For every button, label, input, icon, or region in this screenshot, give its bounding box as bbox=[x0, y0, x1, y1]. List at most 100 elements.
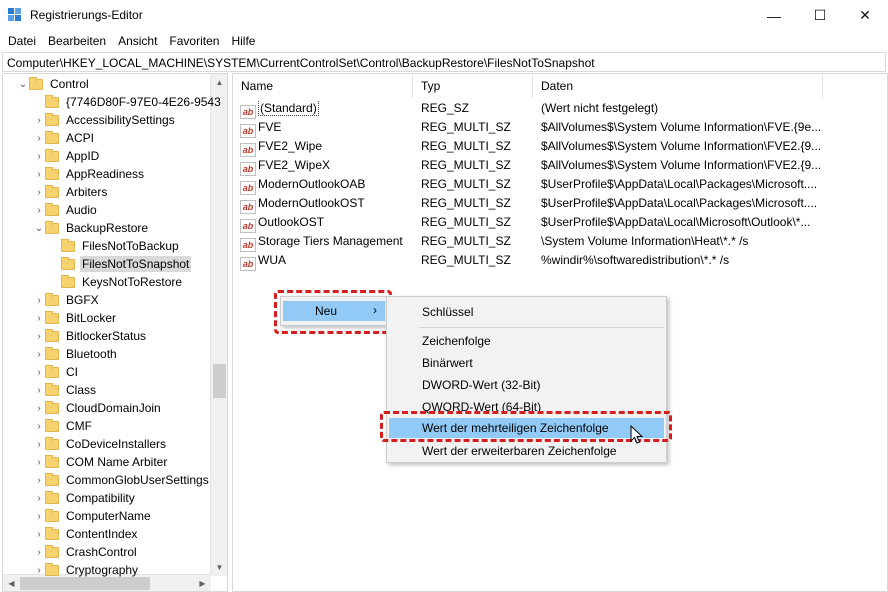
chevron-right-icon[interactable]: › bbox=[33, 453, 45, 471]
tree-item[interactable]: › AppReadiness bbox=[33, 165, 146, 183]
list-row[interactable]: ab (Standard) REG_SZ (Wert nicht festgelegt… bbox=[233, 99, 887, 119]
chevron-right-icon[interactable]: › bbox=[33, 183, 45, 201]
tree-item[interactable]: › Bluetooth bbox=[33, 345, 119, 363]
menu-bearbeiten[interactable]: Bearbeiten bbox=[42, 31, 112, 51]
list-row[interactable]: ab Storage Tiers Management REG_MULTI_SZ \S… bbox=[233, 232, 887, 252]
minimize-button[interactable]: — bbox=[751, 0, 797, 31]
tree-item[interactable]: FilesNotToSnapshot bbox=[49, 255, 192, 273]
tree-item[interactable]: › Compatibility bbox=[33, 489, 137, 507]
chevron-right-icon[interactable]: › bbox=[33, 507, 45, 525]
folder-icon bbox=[45, 148, 59, 162]
tree-item[interactable]: › CrashControl bbox=[33, 543, 139, 561]
tree-item[interactable]: › ContentIndex bbox=[33, 525, 139, 543]
chevron-right-icon[interactable]: › bbox=[33, 309, 45, 327]
menu-ansicht[interactable]: Ansicht bbox=[112, 31, 163, 51]
chevron-right-icon[interactable]: › bbox=[33, 111, 45, 129]
scroll-thumb[interactable] bbox=[213, 364, 226, 398]
column-type[interactable]: Typ bbox=[413, 74, 533, 98]
folder-icon bbox=[45, 130, 59, 144]
tree-vertical-scrollbar[interactable]: ▲ ▼ bbox=[210, 74, 227, 576]
list-row[interactable]: ab FVE REG_MULTI_SZ $AllVolumes$\System Vol… bbox=[233, 118, 887, 138]
chevron-right-icon[interactable]: › bbox=[33, 165, 45, 183]
chevron-right-icon[interactable]: › bbox=[33, 561, 45, 579]
chevron-right-icon[interactable]: › bbox=[33, 399, 45, 417]
scroll-left-icon[interactable]: ◀ bbox=[3, 575, 20, 591]
chevron-down-icon[interactable]: ⌄ bbox=[33, 219, 45, 237]
close-button[interactable]: ✕ bbox=[842, 0, 888, 31]
tree-item[interactable]: › CMF bbox=[33, 417, 94, 435]
tree-item[interactable]: › AppID bbox=[33, 147, 101, 165]
chevron-right-icon[interactable]: › bbox=[33, 129, 45, 147]
data-cell: (Wert nicht festgelegt) bbox=[541, 101, 659, 115]
list-row[interactable]: ab OutlookOST REG_MULTI_SZ $UserProfile$\Ap… bbox=[233, 213, 887, 233]
tree-item[interactable]: KeysNotToRestore bbox=[49, 273, 184, 291]
submenu-item-expandable-string[interactable]: Wert der erweiterbaren Zeichenfolge bbox=[389, 441, 664, 461]
chevron-right-icon[interactable]: › bbox=[33, 381, 45, 399]
submenu-item-string[interactable]: Zeichenfolge bbox=[389, 331, 664, 351]
tree-item[interactable]: ⌄ Control bbox=[17, 75, 91, 93]
submenu-item-key[interactable]: Schlüssel bbox=[389, 302, 664, 322]
chevron-right-icon[interactable]: › bbox=[33, 471, 45, 489]
list-row[interactable]: ab ModernOutlookOST REG_MULTI_SZ $UserProfi… bbox=[233, 194, 887, 214]
name-cell: ab FVE2_WipeX bbox=[240, 158, 412, 176]
chevron-right-icon[interactable]: › bbox=[33, 435, 45, 453]
folder-icon bbox=[45, 418, 59, 432]
data-cell: $AllVolumes$\System Volume Information\F… bbox=[541, 120, 822, 134]
chevron-right-icon[interactable]: › bbox=[33, 543, 45, 561]
tree-item[interactable]: › BGFX bbox=[33, 291, 101, 309]
mouse-cursor-icon bbox=[630, 425, 644, 444]
folder-icon bbox=[45, 346, 59, 360]
type-cell: REG_MULTI_SZ bbox=[421, 234, 511, 248]
tree-item[interactable]: › Cryptography bbox=[33, 561, 140, 579]
tree-item[interactable]: › Class bbox=[33, 381, 98, 399]
chevron-right-icon[interactable]: › bbox=[33, 147, 45, 165]
tree-item[interactable]: {7746D80F-97E0-4E26-9543 bbox=[33, 93, 223, 111]
chevron-right-icon[interactable]: › bbox=[33, 489, 45, 507]
tree-item[interactable]: › CloudDomainJoin bbox=[33, 399, 163, 417]
chevron-right-icon[interactable]: › bbox=[33, 201, 45, 219]
tree-item[interactable]: › BitlockerStatus bbox=[33, 327, 148, 345]
tree-item[interactable]: FilesNotToBackup bbox=[49, 237, 181, 255]
list-row[interactable]: ab WUA REG_MULTI_SZ %windir%\softwaredistri… bbox=[233, 251, 887, 271]
folder-icon bbox=[45, 454, 59, 468]
tree-item[interactable]: › CoDeviceInstallers bbox=[33, 435, 168, 453]
tree-item[interactable]: › Audio bbox=[33, 201, 99, 219]
menu-datei[interactable]: Datei bbox=[2, 31, 42, 51]
tree-item[interactable]: › Arbiters bbox=[33, 183, 109, 201]
tree-item[interactable]: › AccessibilitySettings bbox=[33, 111, 177, 129]
tree-item[interactable]: › ACPI bbox=[33, 129, 96, 147]
menu-hilfe[interactable]: Hilfe bbox=[225, 31, 261, 51]
tree-item-label: Class bbox=[66, 383, 97, 397]
menu-separator bbox=[419, 327, 664, 328]
chevron-right-icon[interactable]: › bbox=[33, 345, 45, 363]
maximize-button[interactable]: ☐ bbox=[797, 0, 843, 31]
tree-item[interactable]: › CI bbox=[33, 363, 80, 381]
tree-item[interactable]: › BitLocker bbox=[33, 309, 118, 327]
chevron-right-icon[interactable]: › bbox=[33, 417, 45, 435]
list-row[interactable]: ab FVE2_WipeX REG_MULTI_SZ $AllVolumes$\Sys… bbox=[233, 156, 887, 176]
list-row[interactable]: ab FVE2_Wipe REG_MULTI_SZ $AllVolumes$\Syst… bbox=[233, 137, 887, 157]
chevron-down-icon[interactable]: ⌄ bbox=[17, 75, 29, 93]
value-name: OutlookOST bbox=[258, 215, 325, 229]
menu-favoriten[interactable]: Favoriten bbox=[163, 31, 225, 51]
scroll-down-icon[interactable]: ▼ bbox=[211, 559, 227, 576]
chevron-right-icon[interactable]: › bbox=[33, 525, 45, 543]
column-name[interactable]: Name bbox=[233, 74, 413, 98]
folder-icon bbox=[45, 544, 59, 558]
chevron-right-icon[interactable]: › bbox=[33, 363, 45, 381]
tree-item[interactable]: › ComputerName bbox=[33, 507, 153, 525]
scroll-up-icon[interactable]: ▲ bbox=[211, 74, 227, 91]
name-cell: ab ModernOutlookOST bbox=[240, 196, 412, 214]
tree-item[interactable]: › COM Name Arbiter bbox=[33, 453, 169, 471]
string-value-icon: ab bbox=[240, 181, 256, 195]
chevron-right-icon[interactable]: › bbox=[33, 327, 45, 345]
submenu-item-dword[interactable]: DWORD-Wert (32-Bit) bbox=[389, 375, 664, 395]
submenu-item-binary[interactable]: Binärwert bbox=[389, 353, 664, 373]
address-bar[interactable]: Computer\HKEY_LOCAL_MACHINE\SYSTEM\Curre… bbox=[2, 52, 886, 72]
tree-item[interactable]: › CommonGlobUserSettings bbox=[33, 471, 211, 489]
scroll-right-icon[interactable]: ▶ bbox=[194, 575, 211, 591]
column-data[interactable]: Daten bbox=[533, 74, 823, 98]
chevron-right-icon[interactable]: › bbox=[33, 291, 45, 309]
tree-item[interactable]: ⌄ BackupRestore bbox=[33, 219, 150, 237]
list-row[interactable]: ab ModernOutlookOAB REG_MULTI_SZ $UserProfi… bbox=[233, 175, 887, 195]
